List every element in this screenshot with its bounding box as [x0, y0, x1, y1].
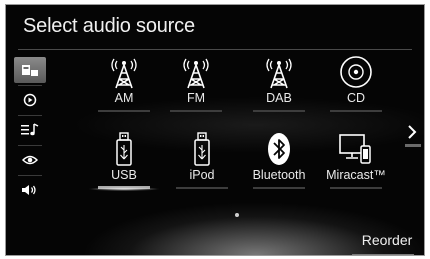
source-underline [98, 110, 150, 112]
source-usb-button[interactable]: USB [88, 132, 160, 194]
radio-tower-icon [183, 58, 209, 89]
usb-icon [194, 132, 210, 166]
disc-icon [340, 56, 372, 88]
bluetooth-icon [268, 133, 290, 165]
source-label: DAB [266, 91, 292, 105]
source-label: iPod [189, 168, 215, 182]
page-title: Select audio source [23, 15, 195, 37]
sidebar-item-music-list[interactable] [14, 117, 46, 143]
source-underline [176, 187, 228, 189]
play-icon [23, 93, 37, 107]
speaker-volume-icon [22, 185, 36, 195]
source-label: CD [346, 91, 366, 105]
source-label: USB [111, 168, 137, 182]
source-underline [330, 110, 382, 112]
miracast-icon [339, 134, 371, 164]
source-cd-button[interactable]: CD [320, 55, 392, 117]
source-miracast-button[interactable]: Miracast™ [320, 132, 392, 194]
background-glow [6, 5, 424, 255]
source-bluetooth-button[interactable]: Bluetooth [243, 132, 315, 194]
page-indicator-dot [235, 213, 239, 217]
radio-tower-icon [111, 58, 137, 89]
sidebar-item-volume[interactable] [14, 177, 46, 203]
source-fm-button[interactable]: FM [160, 55, 232, 117]
music-list-icon [21, 123, 39, 136]
eye-icon [22, 155, 38, 165]
source-ipod-button[interactable]: iPod [166, 132, 238, 194]
usb-icon [116, 132, 132, 166]
audio-source-icon [22, 65, 38, 76]
reorder-underline [352, 254, 414, 255]
chevron-right-icon [408, 125, 417, 139]
sidebar-item-play[interactable] [14, 87, 46, 113]
next-page-indicator [405, 144, 421, 147]
reorder-button[interactable]: Reorder [352, 227, 422, 253]
screen-frame: Select audio source AM FM DAB CD USB iPo… [5, 4, 425, 256]
source-underline [170, 110, 222, 112]
next-page-button[interactable] [404, 117, 420, 147]
title-divider [18, 49, 412, 50]
source-label: Bluetooth [252, 168, 306, 182]
sidebar-item-view[interactable] [14, 147, 46, 173]
source-label: Miracast™ [326, 168, 386, 182]
source-underline [253, 110, 305, 112]
selected-indicator [88, 187, 160, 191]
source-dab-button[interactable]: DAB [243, 55, 315, 117]
sidebar-divider [18, 115, 42, 116]
source-label: AM [114, 91, 134, 105]
sidebar-divider [18, 175, 42, 176]
sidebar-item-audio-source[interactable] [14, 57, 46, 83]
radio-tower-icon [266, 58, 292, 89]
source-underline [253, 187, 305, 189]
sidebar-divider [18, 85, 42, 86]
source-label: FM [186, 91, 206, 105]
source-am-button[interactable]: AM [88, 55, 160, 117]
sidebar-divider [18, 145, 42, 146]
source-underline [330, 187, 382, 189]
